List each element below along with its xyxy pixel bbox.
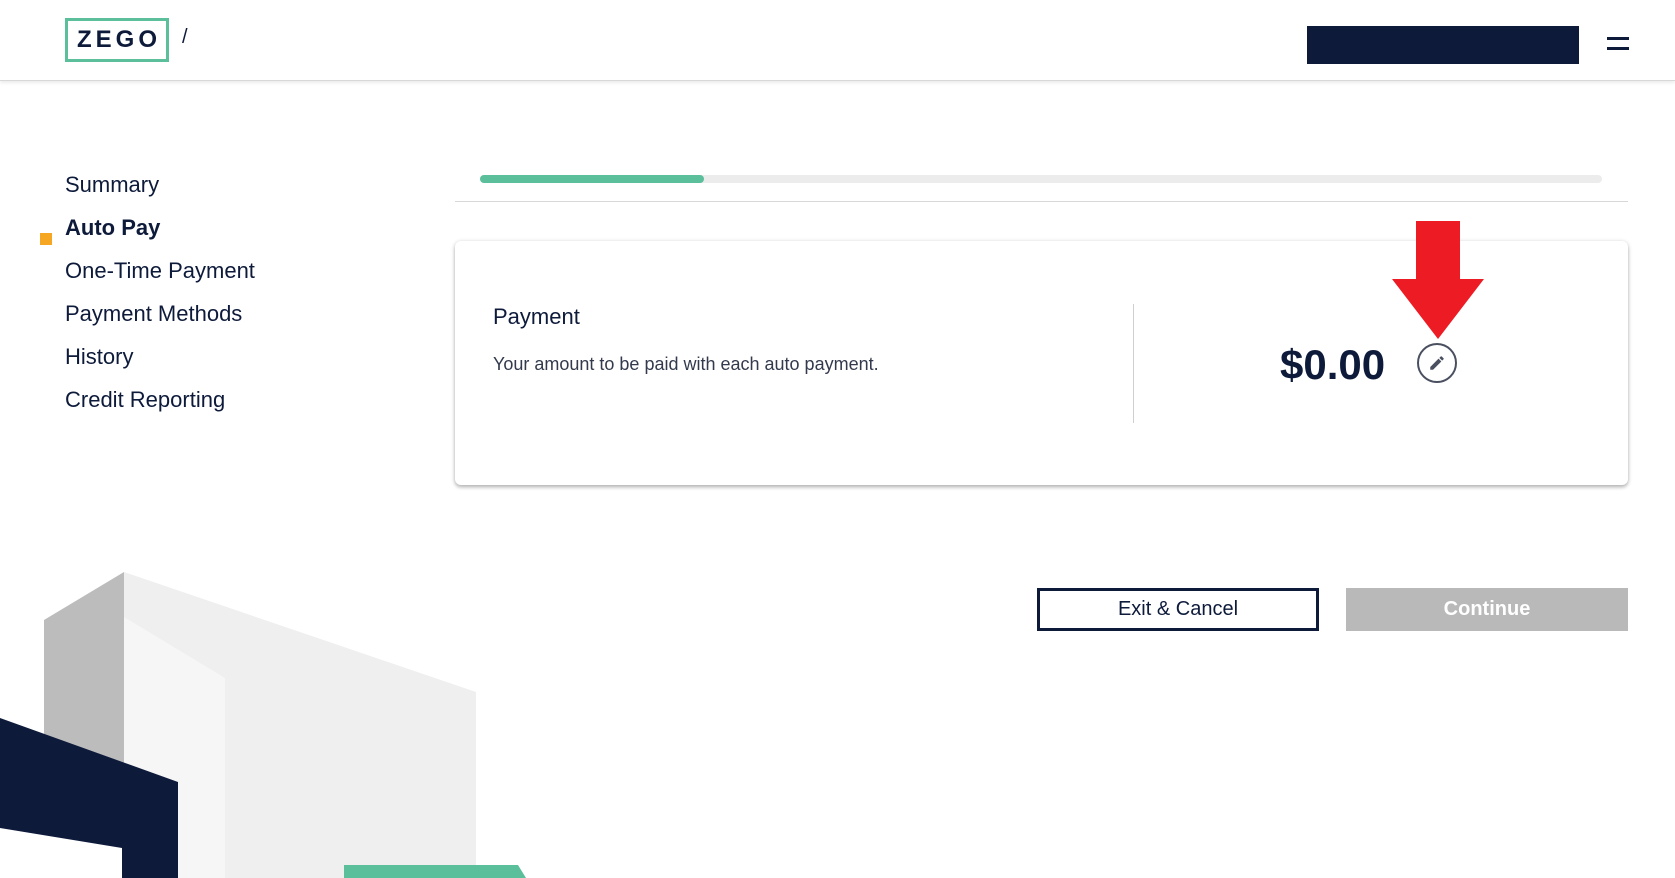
- hamburger-menu-icon[interactable]: [1607, 37, 1629, 55]
- menu-bar-bottom: [1607, 47, 1629, 50]
- red-arrow-annotation-icon: [1392, 221, 1484, 339]
- progress-bar: [480, 175, 1602, 183]
- exit-cancel-button[interactable]: Exit & Cancel: [1037, 588, 1319, 631]
- zego-logo[interactable]: ZEGO: [65, 18, 169, 62]
- payment-card-description: Your amount to be paid with each auto pa…: [493, 354, 879, 374]
- top-header: ZEGO /: [0, 0, 1675, 81]
- sidebar-item-one-time-payment[interactable]: One-Time Payment: [65, 258, 255, 284]
- payment-card-divider: [1133, 304, 1134, 423]
- progress-divider: [455, 201, 1628, 202]
- active-nav-marker: [40, 233, 52, 245]
- sidebar-item-payment-methods[interactable]: Payment Methods: [65, 301, 242, 327]
- payment-card-title: Payment: [493, 304, 580, 329]
- sidebar-item-auto-pay[interactable]: Auto Pay: [65, 215, 160, 241]
- progress-bar-fill: [480, 175, 705, 183]
- pencil-icon: [1430, 356, 1444, 370]
- sidebar-item-summary[interactable]: Summary: [65, 172, 159, 198]
- sidebar-item-credit-reporting[interactable]: Credit Reporting: [65, 387, 225, 413]
- building-illustration: [0, 572, 526, 878]
- sidebar-item-history[interactable]: History: [65, 344, 133, 370]
- payment-amount: $0.00: [1280, 341, 1386, 388]
- breadcrumb-separator: /: [182, 26, 188, 48]
- header-account-block: [1307, 26, 1579, 64]
- continue-button[interactable]: Continue: [1346, 588, 1628, 631]
- edit-amount-button[interactable]: [1417, 343, 1457, 383]
- menu-bar-top: [1607, 37, 1629, 40]
